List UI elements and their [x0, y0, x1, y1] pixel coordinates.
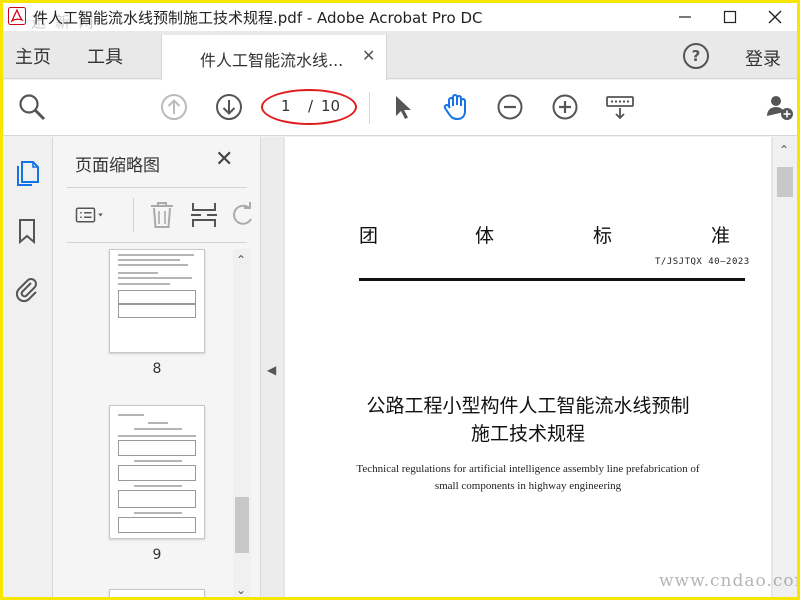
hand-icon[interactable] [441, 92, 471, 122]
panel-title: 页面缩略图 [75, 156, 160, 176]
bookmark-icon[interactable] [13, 217, 41, 245]
close-window-button[interactable] [753, 3, 797, 31]
login-button[interactable]: 登录 [745, 45, 781, 71]
zoom-in-icon[interactable] [550, 92, 580, 122]
current-page-input[interactable]: 1 [281, 97, 291, 115]
scroll-up-arrow[interactable]: ⌃ [236, 253, 246, 267]
options-menu-icon[interactable] [75, 200, 105, 230]
keyboard-icon[interactable] [605, 92, 635, 122]
document-tab-label: 件人工智能流水线... [200, 51, 344, 70]
search-icon[interactable] [17, 92, 47, 122]
minimize-icon [679, 16, 691, 18]
close-icon [768, 10, 782, 24]
thumbnail-page-8[interactable] [109, 249, 205, 353]
panel-close-button[interactable]: ✕ [215, 147, 233, 172]
zoom-out-icon[interactable] [495, 92, 525, 122]
toolbar-divider [369, 92, 370, 124]
page-separator: / [308, 97, 314, 115]
watermark-url: www.cndao.com [659, 571, 800, 591]
arrow-down-circle-icon[interactable] [214, 92, 244, 122]
add-user-icon[interactable] [765, 92, 795, 122]
header-char-4: 准 [711, 225, 731, 247]
thumbnail-page-9[interactable] [109, 405, 205, 539]
toolbar: 1 / 10 [3, 80, 797, 136]
document-title-cn-line1: 公路工程小型构件人工智能流水线预制 [366, 395, 690, 417]
document-title-en-line2: small components in highway engineering [434, 480, 622, 492]
pointer-icon[interactable] [387, 92, 417, 122]
document-title-cn-line2: 施工技术规程 [470, 423, 585, 445]
nav-tools[interactable]: 工具 [87, 43, 123, 69]
help-button[interactable]: ? [683, 43, 709, 69]
document-page: 团 体 标 准 T/JSJTQX 40—2023 公路工程小型构件人工智能流水线… [285, 137, 771, 597]
app-window: 迅 新 网 件人工智能流水线预制施工技术规程.pdf - Adobe Acrob… [0, 0, 800, 600]
maximize-icon [723, 10, 737, 24]
trash-icon[interactable] [147, 200, 177, 230]
header-char-2: 体 [475, 225, 495, 247]
rotate-icon[interactable] [227, 200, 257, 230]
pages-icon[interactable] [13, 159, 41, 187]
thumbnail-scrollbar[interactable]: ⌃ ⌄ [233, 249, 251, 597]
tools-divider [133, 198, 134, 232]
title-bar: 迅 新 网 件人工智能流水线预制施工技术规程.pdf - Adobe Acrob… [3, 3, 797, 31]
collapse-arrow-icon[interactable]: ◀ [267, 363, 276, 377]
document-view: 团 体 标 准 T/JSJTQX 40—2023 公路工程小型构件人工智能流水线… [283, 137, 797, 597]
panel-collapse-strip[interactable]: ◀ [261, 137, 283, 597]
insert-page-icon[interactable] [189, 200, 219, 230]
window-title: 件人工智能流水线预制施工技术规程.pdf - Adobe Acrobat Pro… [33, 9, 483, 27]
thumbnail-tools [67, 187, 252, 243]
header-char-1: 团 [359, 225, 379, 247]
document-tab[interactable]: 件人工智能流水线... ✕ [161, 35, 387, 80]
total-pages: 10 [321, 97, 341, 115]
standard-number: T/JSJTQX 40—2023 [655, 257, 750, 267]
nav-home[interactable]: 主页 [15, 43, 51, 69]
scroll-down-arrow[interactable]: ⌄ [236, 583, 246, 597]
document-title-en-line1: Technical regulations for artificial int… [356, 463, 700, 475]
paperclip-icon[interactable] [13, 275, 41, 303]
thumbnail-label-9: 9 [152, 547, 162, 563]
acrobat-icon [8, 7, 26, 25]
thumbnail-page-10[interactable] [109, 589, 205, 597]
document-scrollbar[interactable]: ⌃ [773, 137, 797, 597]
left-rail [3, 137, 53, 597]
doc-scroll-up-arrow[interactable]: ⌃ [779, 143, 789, 157]
nav-bar: 主页 工具 件人工智能流水线... ✕ ? 登录 [3, 31, 797, 80]
thumbnail-label-8: 8 [152, 361, 162, 377]
scrollbar-thumb[interactable] [235, 497, 249, 553]
header-char-3: 标 [593, 225, 613, 247]
document-tab-close-button[interactable]: ✕ [362, 46, 375, 65]
doc-scrollbar-thumb[interactable] [777, 167, 793, 197]
maximize-button[interactable] [708, 3, 752, 31]
minimize-button[interactable] [663, 3, 707, 31]
page-thumbnails-panel: 页面缩略图 ✕ 8 9 ⌃ ⌄ [53, 137, 261, 597]
arrow-up-circle-icon[interactable] [159, 92, 189, 122]
header-rule [359, 278, 745, 281]
